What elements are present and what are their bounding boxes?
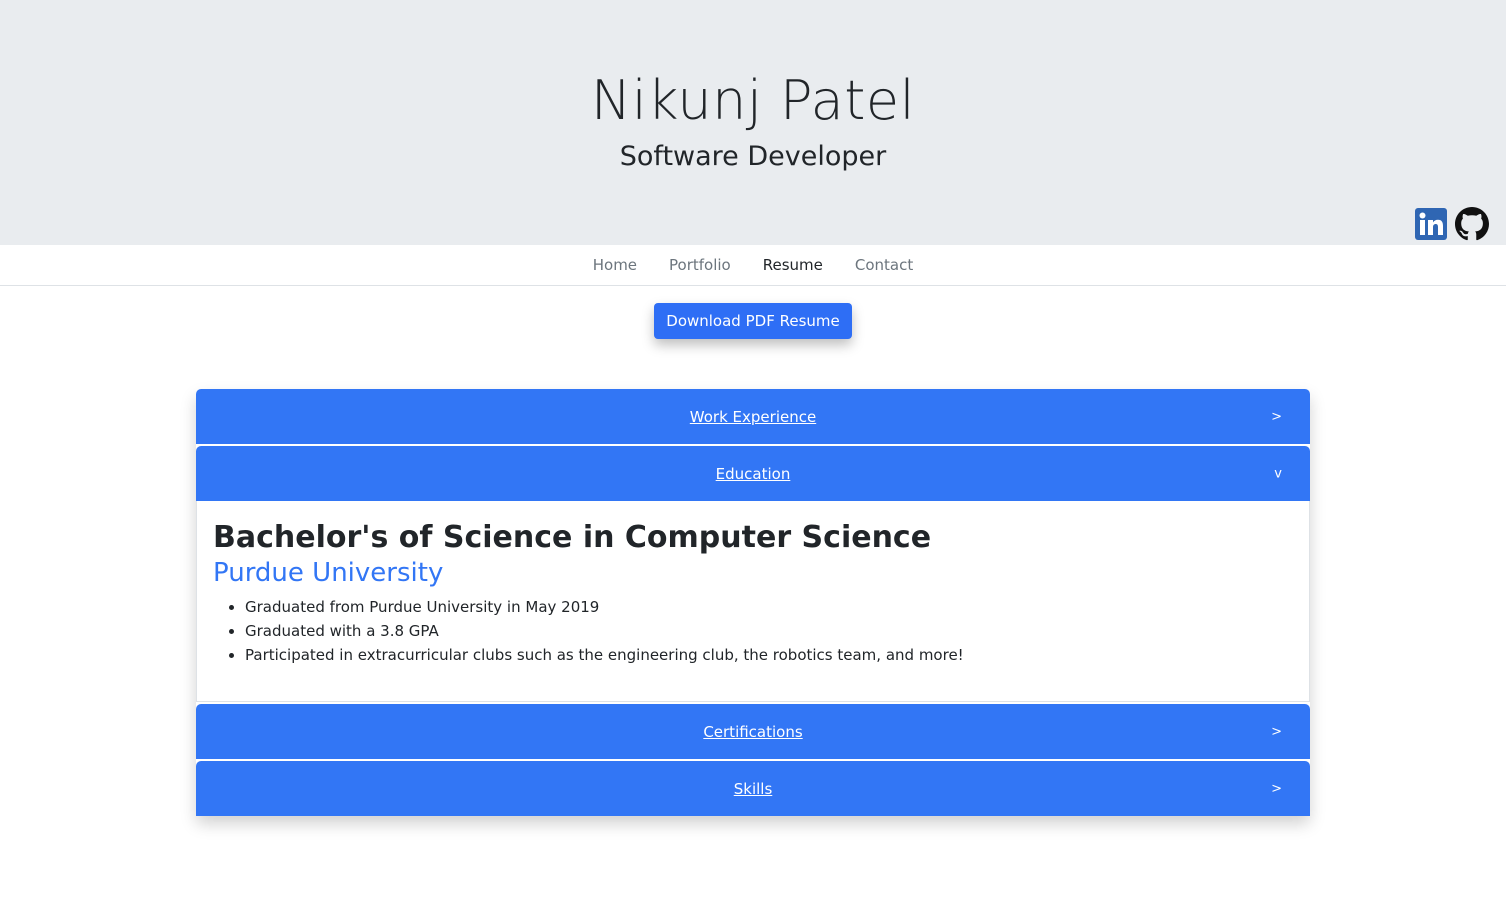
list-item: Graduated from Purdue University in May … (245, 595, 1293, 619)
accordion-header-education[interactable]: Education v (196, 446, 1310, 501)
accordion-item-education: Education v Bachelor's of Science in Com… (196, 446, 1310, 702)
list-item: Participated in extracurricular clubs su… (245, 643, 1293, 667)
school-name: Purdue University (213, 558, 444, 588)
accordion-label: Work Experience (689, 407, 817, 426)
accordion-body-education: Bachelor's of Science in Computer Scienc… (196, 501, 1310, 702)
education-details-list: Graduated from Purdue University in May … (213, 595, 1293, 667)
degree-title: Bachelor's of Science in Computer Scienc… (213, 520, 932, 555)
accordion-label: Education (715, 464, 791, 483)
page-title: Nikunj Patel (590, 69, 916, 132)
chevron-down-icon: v (1274, 466, 1282, 481)
download-section: Download PDF Resume (0, 303, 1506, 339)
linkedin-icon (1415, 208, 1447, 240)
linkedin-link[interactable] (1415, 208, 1447, 240)
accordion-header-work-experience[interactable]: Work Experience > (196, 389, 1310, 444)
chevron-right-icon: > (1271, 409, 1282, 424)
nav-portfolio[interactable]: Portfolio (653, 245, 747, 285)
accordion-item-skills: Skills > (196, 761, 1310, 816)
accordion-label: Certifications (703, 722, 803, 741)
accordion-header-skills[interactable]: Skills > (196, 761, 1310, 816)
chevron-right-icon: > (1271, 724, 1282, 739)
accordion-header-certifications[interactable]: Certifications > (196, 704, 1310, 759)
nav-contact[interactable]: Contact (839, 245, 929, 285)
accordion-item-certifications: Certifications > (196, 704, 1310, 759)
social-links (1415, 207, 1489, 241)
github-link[interactable] (1455, 207, 1489, 241)
resume-accordion: Work Experience > Education v Bachelor's… (196, 389, 1310, 816)
main-nav: Home Portfolio Resume Contact (0, 245, 1506, 286)
page-subtitle: Software Developer (619, 141, 887, 172)
download-pdf-button[interactable]: Download PDF Resume (654, 303, 852, 339)
nav-resume[interactable]: Resume (747, 245, 839, 285)
accordion-label: Skills (733, 779, 773, 798)
nav-home[interactable]: Home (577, 245, 653, 285)
github-icon (1455, 207, 1489, 241)
list-item: Graduated with a 3.8 GPA (245, 619, 1293, 643)
accordion-item-work-experience: Work Experience > (196, 389, 1310, 444)
site-header: Nikunj Patel Software Developer (0, 0, 1506, 245)
chevron-right-icon: > (1271, 781, 1282, 796)
